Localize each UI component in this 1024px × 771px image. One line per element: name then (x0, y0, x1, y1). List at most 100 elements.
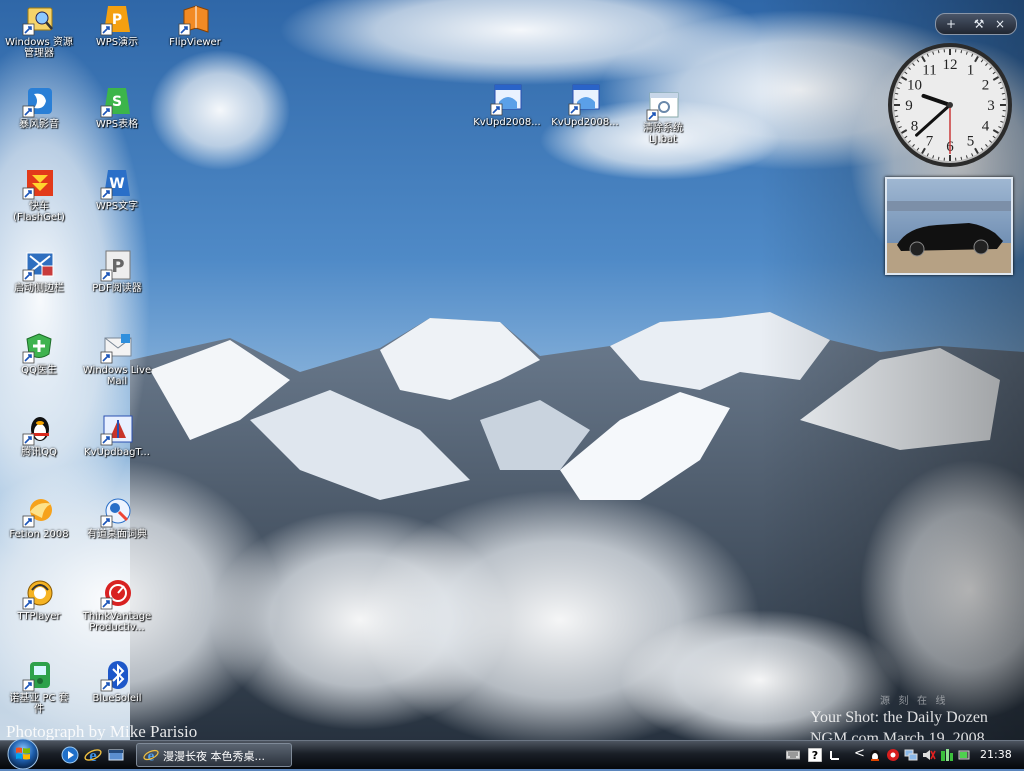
slideshow-photo (887, 179, 1011, 273)
svg-text:?: ? (812, 749, 818, 762)
desktop-icon-baofeng[interactable]: 暴风影音 (0, 82, 78, 160)
desktop-icon-qq-doctor[interactable]: QQ医生 (0, 328, 78, 406)
clock-tick (938, 50, 939, 53)
clock-number: 9 (905, 98, 913, 114)
fetion-icon (22, 494, 56, 528)
qq-penguin-icon[interactable] (868, 748, 882, 762)
desktop-icon-youdao-dict[interactable]: 有道桌面词典 (78, 492, 156, 570)
desktop-icon-kvupd2008-2[interactable]: KvUpd2008... (546, 80, 624, 158)
youdao-dictionary-icon (100, 494, 134, 528)
desktop-icon-fetion[interactable]: Fetion 2008 (0, 492, 78, 570)
desktop-icon-wps-spreadsheet[interactable]: S WPS表格 (78, 82, 156, 160)
battery-icon[interactable] (940, 748, 954, 762)
power-meter-icon[interactable] (958, 748, 972, 762)
tray-expand-chevron[interactable]: < (854, 746, 865, 761)
svg-text:e: e (89, 746, 97, 764)
desktop-icon-label: KvUpd2008... (546, 117, 624, 128)
desktop-icon-flashget[interactable]: 快车 (FlashGet) (0, 164, 78, 242)
desktop-icon-label: FlipViewer (156, 37, 234, 48)
desktop-icon-label: Windows Live Mail (78, 365, 156, 387)
qq-doctor-icon (22, 330, 56, 364)
desktop-icon-label: 腾讯QQ (0, 447, 78, 458)
flashget-icon (22, 166, 56, 200)
clock-number: 11 (922, 62, 936, 78)
taskbar-clock[interactable]: 21:38 (980, 748, 1012, 761)
add-gadget-button[interactable]: + (942, 16, 960, 32)
taskbar-window-title: 漫漫长夜 本色秀桌... (163, 748, 287, 764)
security-shield-icon[interactable] (886, 748, 900, 762)
network-icon[interactable] (904, 748, 918, 762)
clock-number: 12 (943, 57, 958, 73)
wps-writer-icon: W (100, 166, 134, 200)
thinkvantage-icon (100, 576, 134, 610)
internet-explorer-icon: e (143, 747, 159, 763)
keyboard-icon[interactable] (786, 748, 800, 762)
clock-number: 4 (982, 119, 990, 135)
svg-text:S: S (112, 94, 122, 110)
clock-tick (961, 157, 962, 160)
close-sidebar-button[interactable]: × (991, 16, 1009, 32)
clock-number: 7 (926, 134, 934, 150)
volume-muted-icon[interactable] (922, 748, 936, 762)
kv-installer-icon (490, 82, 524, 116)
watermark-brand: 源 刻 在 线 (880, 697, 1024, 707)
gadget-tools-button[interactable]: ⚒ (970, 16, 988, 32)
internet-explorer-icon[interactable]: e (84, 746, 102, 764)
desktop-icon-label: WPS表格 (78, 119, 156, 130)
start-button[interactable] (2, 735, 44, 771)
watermark-line-1: Your Shot: the Daily Dozen (810, 707, 1024, 728)
svg-text:P: P (111, 256, 124, 277)
pdf-reader-icon: P (100, 248, 134, 282)
clock-number: 3 (987, 98, 995, 114)
desktop-icon-label: WPS文字 (78, 201, 156, 212)
svg-text:P: P (112, 12, 122, 28)
desktop-icon-ttplayer[interactable]: TTPlayer (0, 574, 78, 652)
explorer-icon (22, 2, 56, 36)
desktop-icon-sidebar[interactable]: 启动侧边栏 (0, 246, 78, 324)
clock-number: 5 (967, 134, 975, 150)
taskbar: e e 漫漫长夜 本色秀桌... ? < 21:38 (0, 740, 1024, 769)
desktop-icon-label: 暴风影音 (0, 119, 78, 130)
windows-live-mail-icon (100, 330, 134, 364)
ttplayer-icon (22, 576, 56, 610)
desktop-icon-label: WPS演示 (78, 37, 156, 48)
watermark-line-2: NGM.com March 19, 2008 (810, 728, 1024, 740)
desktop-icon-label: KvUpd2008... (468, 117, 546, 128)
desktop-icon-clean-bat[interactable]: 清除系统 LJ.bat (624, 86, 702, 164)
nokia-pc-suite-icon (22, 658, 56, 692)
clock-number: 8 (911, 119, 919, 135)
desktop-icon-label: TTPlayer (0, 611, 78, 622)
clock-tick (938, 157, 939, 160)
clock-number: 2 (982, 78, 990, 94)
slideshow-gadget[interactable] (885, 177, 1013, 275)
desktop-icon-windows-live-mail[interactable]: Windows Live Mail (78, 328, 156, 406)
desktop-icon-kvupdbag[interactable]: KvUpdbagT... (78, 410, 156, 488)
desktop-icon-label: 诺基亚 PC 套 件 (0, 693, 78, 715)
help-icon[interactable]: ? (808, 748, 822, 762)
clock-number: 1 (967, 62, 975, 78)
clock-tick (961, 50, 962, 53)
desktop[interactable]: Windows 资源 管理器暴风影音快车 (FlashGet) 启动侧边栏 QQ医生… (0, 0, 1024, 740)
desktop-icon-label: 快车 (FlashGet) (0, 201, 78, 223)
show-desktop-icon[interactable] (107, 746, 125, 764)
desktop-icon-label: Windows 资源 管理器 (0, 37, 78, 59)
desktop-icon-label: Fetion 2008 (0, 529, 78, 540)
desktop-icon-label: PDF阅读器 (78, 283, 156, 294)
qq-penguin-icon (22, 412, 56, 446)
input-method-icon[interactable] (828, 748, 842, 762)
desktop-icon-wps-presentation[interactable]: P WPS演示 (78, 0, 156, 78)
bluetooth-icon (100, 658, 134, 692)
desktop-icon-thinkvantage[interactable]: ThinkVantage Productiv... (78, 574, 156, 652)
desktop-icon-label: 启动侧边栏 (0, 283, 78, 294)
desktop-icon-kvupd2008-1[interactable]: KvUpd2008... (468, 80, 546, 158)
desktop-icon-wps-writer[interactable]: WWPS文字 (78, 164, 156, 242)
desktop-icon-tencent-qq[interactable]: 腾讯QQ (0, 410, 78, 488)
clock-gadget[interactable]: 121234567891011 (887, 42, 1013, 168)
desktop-icon-windows-explorer[interactable]: Windows 资源 管理器 (0, 0, 78, 78)
desktop-icon-label: ThinkVantage Productiv... (78, 611, 156, 633)
desktop-icon-pdf-reader[interactable]: P PDF阅读器 (78, 246, 156, 324)
sidebar-gadget-toolbar: + ⚒ × (935, 13, 1017, 35)
media-player-icon[interactable] (61, 746, 79, 764)
taskbar-window-button[interactable]: e 漫漫长夜 本色秀桌... (136, 743, 292, 767)
desktop-icon-flipviewer[interactable]: FlipViewer (156, 0, 234, 78)
